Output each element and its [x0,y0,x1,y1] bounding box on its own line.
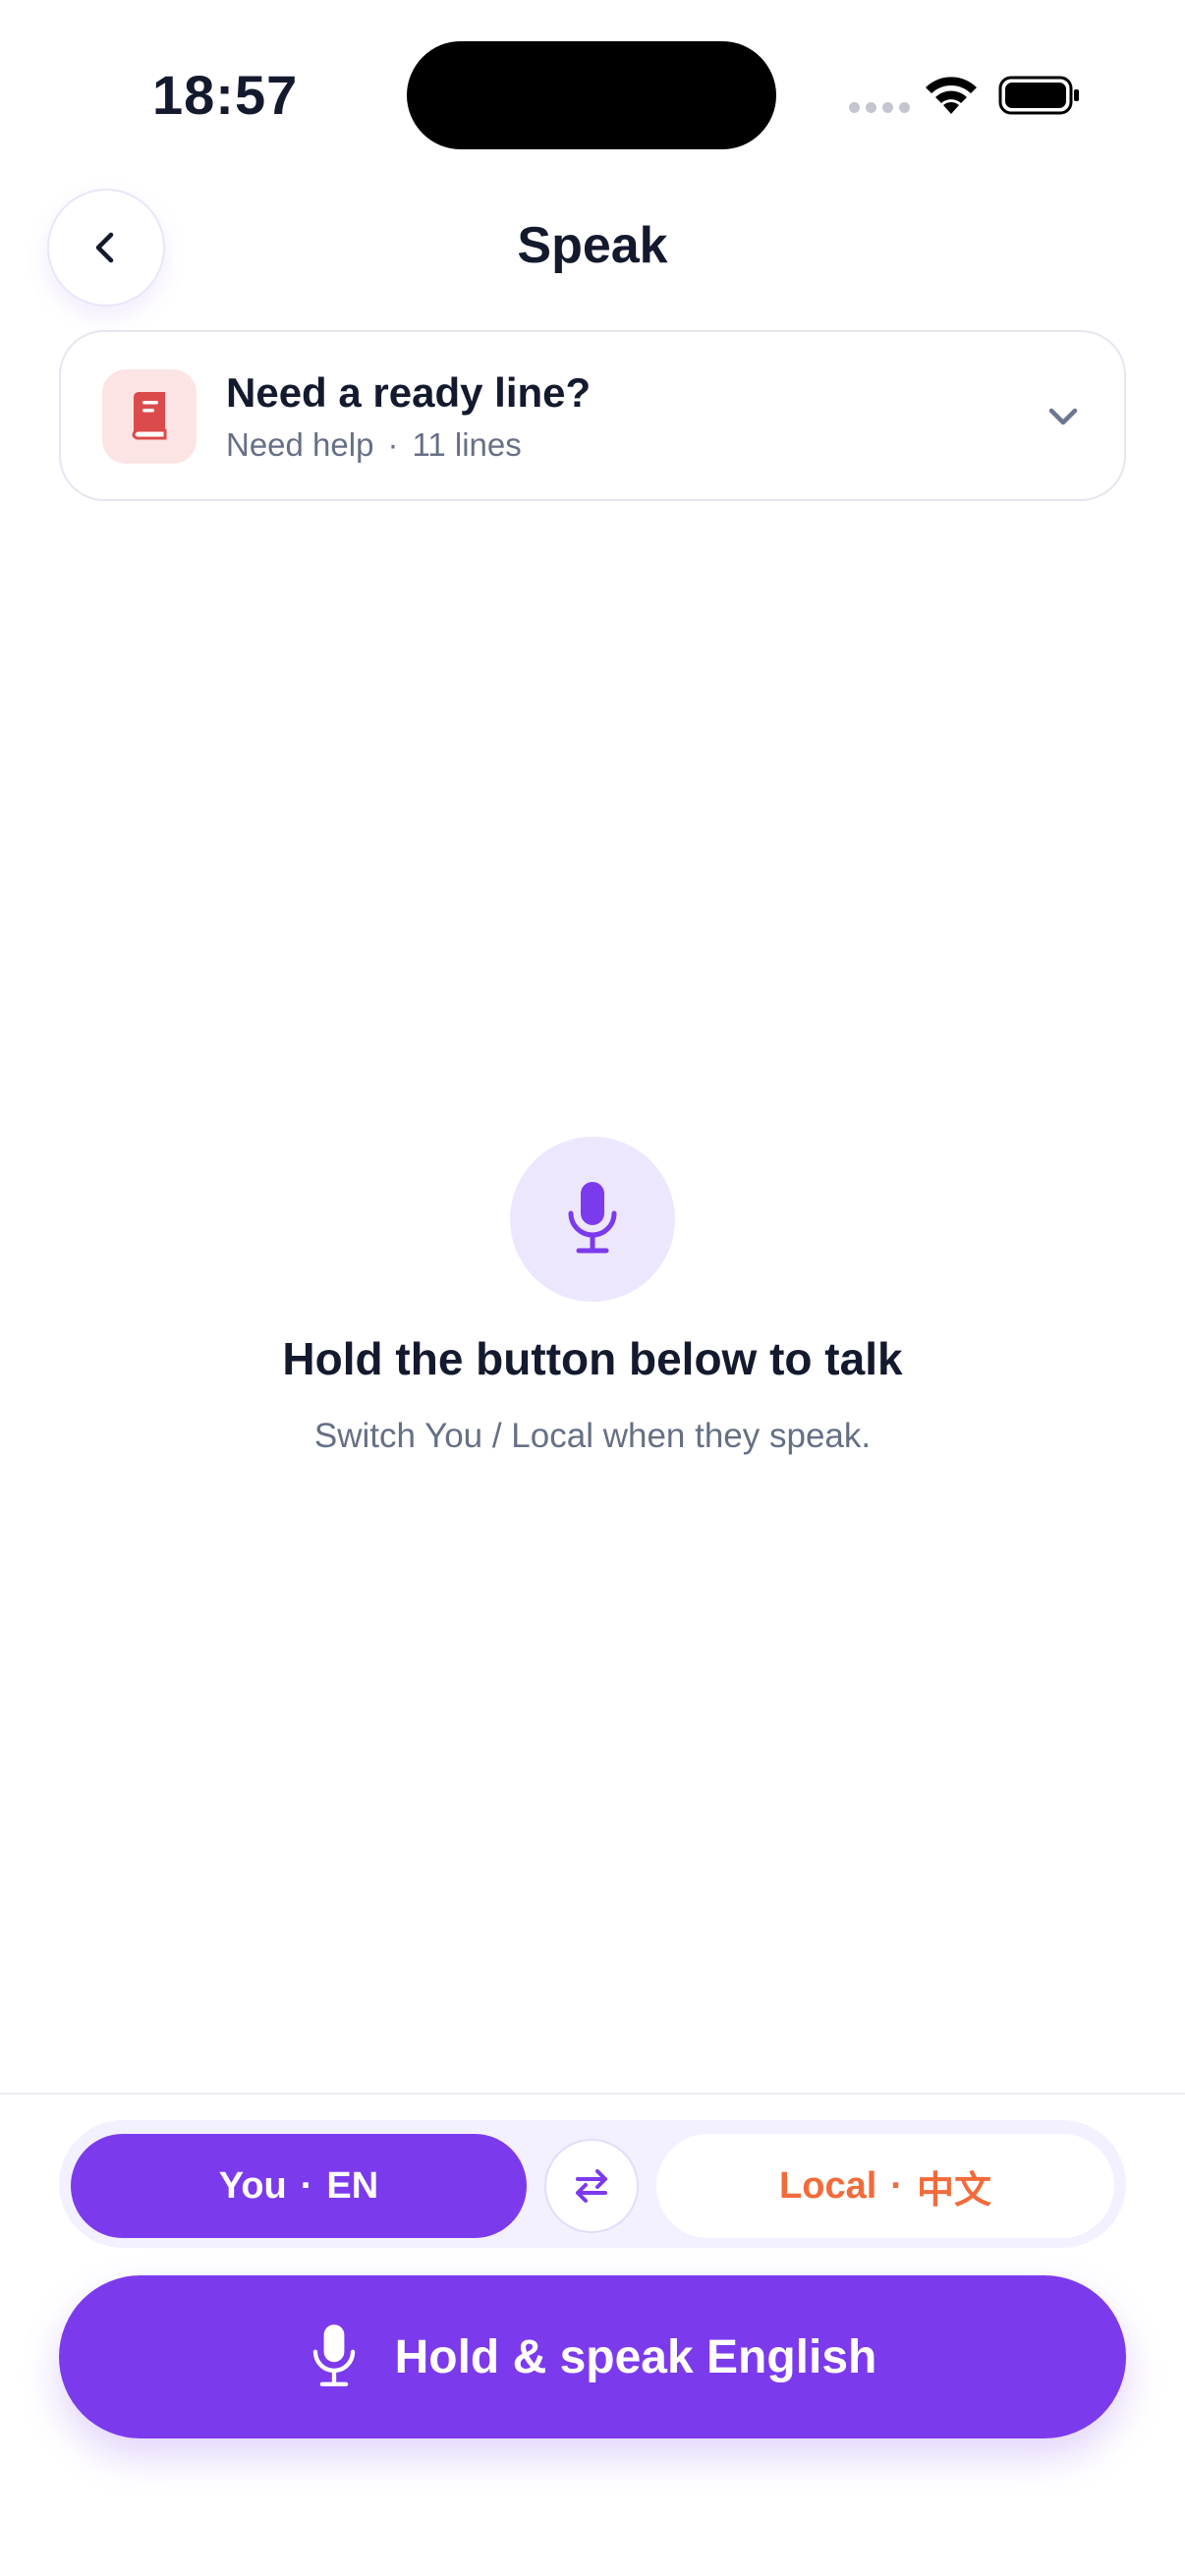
battery-icon [998,76,1079,115]
ready-line-card[interactable]: Need a ready line? Need help · 11 lines [59,330,1126,501]
dynamic-island [407,41,776,149]
language-local-button[interactable]: Local · 中文 [656,2134,1114,2238]
swap-language-button[interactable] [544,2139,639,2233]
hold-to-speak-label: Hold & speak English [394,2330,877,2383]
book-icon-container [102,369,197,464]
microphone-icon [312,2324,355,2386]
you-language: EN [326,2164,379,2207]
cellular-signal-icon [849,102,910,113]
wifi-icon [926,77,977,114]
ready-line-separator: · [387,426,399,463]
chevron-down-icon[interactable] [1042,395,1085,438]
empty-state-subtitle: Switch You / Local when they speak. [313,1417,872,1455]
language-you-button[interactable]: You · EN [71,2134,527,2238]
page-title: Speak [517,217,668,274]
empty-state-mic [510,1137,675,1302]
book-icon [132,392,167,440]
ready-line-subtitle: Need help · 11 lines [226,426,522,464]
empty-state-title: Hold the button below to talk [282,1333,903,1384]
ready-line-category: Need help [226,426,374,463]
microphone-icon [568,1182,617,1254]
ready-line-count: 11 lines [412,426,522,463]
local-separator: · [890,2164,903,2207]
hold-to-speak-button[interactable]: Hold & speak English [59,2275,1126,2438]
status-time: 18:57 [152,64,299,126]
local-language: 中文 [916,2169,991,2212]
status-bar: 18:57 [0,0,1185,167]
swap-arrows-icon [576,2169,607,2203]
you-label: You [218,2164,287,2207]
you-separator: · [300,2164,313,2207]
ready-line-title: Need a ready line? [226,369,592,416]
local-label: Local [779,2164,877,2207]
